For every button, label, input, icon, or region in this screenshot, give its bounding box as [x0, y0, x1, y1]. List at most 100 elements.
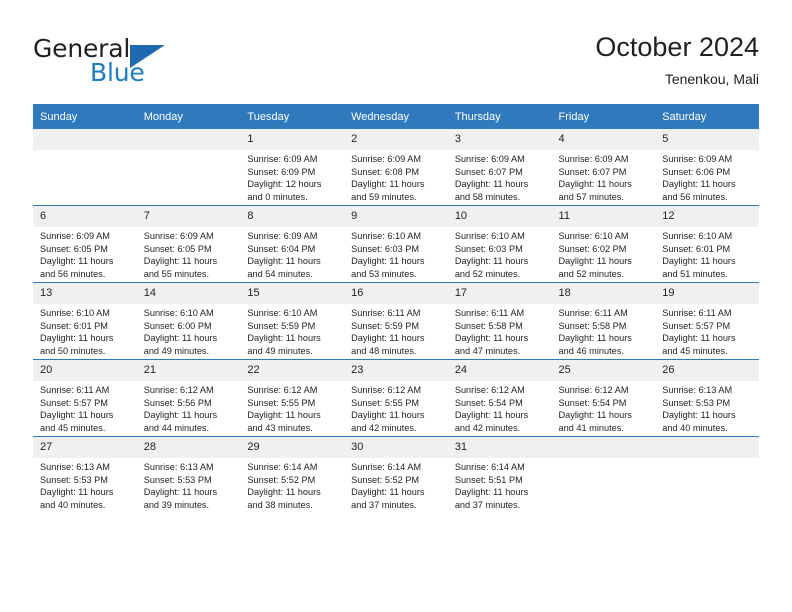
sunset-time: Sunset: 6:05 PM	[40, 243, 108, 254]
day-details: Sunrise: 6:12 AM Sunset: 5:55 PM Daylight:…	[344, 381, 448, 434]
calendar-day-cell[interactable]: 24 Sunrise: 6:12 AM Sunset: 5:54 PM Dayligh…	[447, 359, 552, 437]
day-number: 25	[551, 360, 656, 381]
calendar-week-row: 1 Sunrise: 6:09 AM Sunset: 6:09 PM Daylight…	[33, 129, 759, 206]
sunrise-time: Sunrise: 6:11 AM	[662, 308, 732, 318]
calendar-day-cell[interactable]: 28 Sunrise: 6:13 AM Sunset: 5:53 PM Dayligh…	[136, 436, 241, 513]
day-number: 10	[447, 206, 552, 227]
calendar-day-cell[interactable]: 4 Sunrise: 6:09 AM Sunset: 6:07 PM Daylight…	[551, 129, 656, 206]
daylight-duration-line2: and 37 minutes.	[351, 499, 417, 510]
calendar-day-cell[interactable]: 2 Sunrise: 6:09 AM Sunset: 6:08 PM Daylight…	[344, 129, 448, 206]
day-number: 7	[136, 206, 241, 227]
calendar-day-cell[interactable]: 14 Sunrise: 6:10 AM Sunset: 6:00 PM Dayligh…	[136, 282, 241, 360]
day-details: Sunrise: 6:10 AM Sunset: 6:03 PM Daylight:…	[448, 227, 552, 280]
calendar-day-cell[interactable]: 21 Sunrise: 6:12 AM Sunset: 5:56 PM Dayligh…	[136, 359, 241, 437]
day-details: Sunrise: 6:09 AM Sunset: 6:07 PM Daylight:…	[448, 150, 552, 203]
daylight-duration-line1: Daylight: 11 hours	[454, 256, 529, 267]
daylight-duration-line2: and 42 minutes.	[351, 422, 417, 433]
calendar-day-cell[interactable]: 23 Sunrise: 6:12 AM Sunset: 5:55 PM Dayligh…	[344, 359, 448, 437]
calendar-day-cell[interactable]: 12 Sunrise: 6:10 AM Sunset: 6:01 PM Dayligh…	[655, 205, 759, 283]
weekday-header-thursday: Thursday	[447, 104, 552, 129]
sunrise-time: Sunrise: 6:14 AM	[247, 462, 318, 472]
calendar-day-cell[interactable]: 3 Sunrise: 6:09 AM Sunset: 6:07 PM Daylight…	[447, 129, 552, 206]
day-number: 18	[551, 283, 656, 304]
sunrise-time: Sunrise: 6:09 AM	[40, 231, 110, 241]
sunrise-time: Sunrise: 6:14 AM	[454, 462, 525, 472]
calendar-day-cell-empty	[33, 129, 137, 206]
daylight-duration-line1: Daylight: 11 hours	[40, 256, 114, 267]
weekday-header-sunday: Sunday	[33, 104, 137, 129]
calendar-day-cell[interactable]: 8 Sunrise: 6:09 AM Sunset: 6:04 PM Daylight…	[240, 205, 345, 283]
sunrise-time: Sunrise: 6:09 AM	[558, 154, 629, 164]
day-details: Sunrise: 6:10 AM Sunset: 5:59 PM Daylight:…	[240, 304, 344, 357]
daylight-duration-line1: Daylight: 11 hours	[351, 333, 425, 344]
daylight-duration-line2: and 43 minutes.	[247, 422, 313, 433]
sunset-time: Sunset: 5:53 PM	[143, 474, 212, 485]
calendar-day-cell[interactable]: 25 Sunrise: 6:12 AM Sunset: 5:54 PM Dayligh…	[551, 359, 656, 437]
sunrise-time: Sunrise: 6:09 AM	[247, 231, 318, 241]
sunrise-sunset-calendar: Sunday Monday Tuesday Wednesday Thursday Frid…	[33, 104, 759, 513]
sunset-time: Sunset: 6:01 PM	[40, 320, 108, 331]
daylight-duration-line2: and 39 minutes.	[143, 499, 210, 510]
day-number: 9	[344, 206, 448, 227]
calendar-day-cell[interactable]: 9 Sunrise: 6:10 AM Sunset: 6:03 PM Daylight…	[344, 205, 448, 283]
logo-text-blue: Blue	[90, 58, 145, 87]
calendar-day-cell[interactable]: 29 Sunrise: 6:14 AM Sunset: 5:52 PM Dayligh…	[240, 436, 345, 513]
calendar-day-cell[interactable]: 1 Sunrise: 6:09 AM Sunset: 6:09 PM Daylight…	[240, 129, 345, 206]
calendar-day-cell[interactable]: 31 Sunrise: 6:14 AM Sunset: 5:51 PM Dayligh…	[447, 436, 552, 513]
calendar-day-cell[interactable]: 18 Sunrise: 6:11 AM Sunset: 5:58 PM Dayligh…	[551, 282, 656, 360]
calendar-day-cell[interactable]: 5 Sunrise: 6:09 AM Sunset: 6:06 PM Daylight…	[655, 129, 759, 206]
day-details: Sunrise: 6:09 AM Sunset: 6:04 PM Daylight:…	[240, 227, 344, 280]
day-number: 27	[33, 437, 137, 458]
calendar-day-cell[interactable]: 10 Sunrise: 6:10 AM Sunset: 6:03 PM Dayligh…	[447, 205, 552, 283]
sunset-time: Sunset: 5:55 PM	[247, 397, 316, 408]
day-details: Sunrise: 6:13 AM Sunset: 5:53 PM Daylight:…	[33, 458, 137, 511]
sunrise-time: Sunrise: 6:10 AM	[247, 308, 318, 318]
daylight-duration-line1: Daylight: 11 hours	[558, 179, 632, 190]
sunrise-time: Sunrise: 6:10 AM	[454, 231, 525, 241]
calendar-day-cell[interactable]: 20 Sunrise: 6:11 AM Sunset: 5:57 PM Dayligh…	[33, 359, 137, 437]
sunset-time: Sunset: 6:01 PM	[662, 243, 731, 254]
daylight-duration-line1: Daylight: 11 hours	[351, 179, 425, 190]
calendar-day-cell[interactable]: 6 Sunrise: 6:09 AM Sunset: 6:05 PM Daylight…	[33, 205, 137, 283]
day-number: 17	[447, 283, 552, 304]
daylight-duration-line1: Daylight: 11 hours	[143, 256, 218, 267]
daylight-duration-line1: Daylight: 11 hours	[40, 487, 114, 498]
weekday-header-row: Sunday Monday Tuesday Wednesday Thursday Frid…	[33, 104, 759, 129]
sunrise-time: Sunrise: 6:12 AM	[454, 385, 525, 395]
day-details: Sunrise: 6:09 AM Sunset: 6:07 PM Daylight:…	[552, 150, 656, 203]
day-number: 28	[136, 437, 241, 458]
calendar-week-row: 13 Sunrise: 6:10 AM Sunset: 6:01 PM Dayligh…	[33, 282, 759, 360]
sunset-time: Sunset: 5:59 PM	[351, 320, 420, 331]
calendar-day-cell[interactable]: 7 Sunrise: 6:09 AM Sunset: 6:05 PM Daylight…	[136, 205, 241, 283]
day-number: 11	[551, 206, 656, 227]
day-number: 19	[655, 283, 759, 304]
day-number: 24	[447, 360, 552, 381]
calendar-day-cell[interactable]: 26 Sunrise: 6:13 AM Sunset: 5:53 PM Dayligh…	[655, 359, 759, 437]
daylight-duration-line2: and 49 minutes.	[143, 345, 210, 356]
sunset-time: Sunset: 5:57 PM	[40, 397, 108, 408]
sunrise-time: Sunrise: 6:10 AM	[662, 231, 733, 241]
calendar-day-cell[interactable]: 19 Sunrise: 6:11 AM Sunset: 5:57 PM Dayligh…	[655, 282, 759, 360]
sunset-time: Sunset: 6:09 PM	[247, 166, 316, 177]
calendar-week-row: 27 Sunrise: 6:13 AM Sunset: 5:53 PM Dayligh…	[33, 436, 759, 513]
calendar-day-cell[interactable]: 13 Sunrise: 6:10 AM Sunset: 6:01 PM Dayligh…	[33, 282, 137, 360]
calendar-day-cell[interactable]: 15 Sunrise: 6:10 AM Sunset: 5:59 PM Dayligh…	[240, 282, 345, 360]
day-number: 8	[240, 206, 345, 227]
calendar-day-cell[interactable]: 17 Sunrise: 6:11 AM Sunset: 5:58 PM Dayligh…	[447, 282, 552, 360]
sunrise-time: Sunrise: 6:13 AM	[662, 385, 733, 395]
daylight-duration-line1: Daylight: 11 hours	[40, 410, 114, 421]
sunset-time: Sunset: 6:03 PM	[454, 243, 523, 254]
sunset-time: Sunset: 5:52 PM	[247, 474, 316, 485]
calendar-day-cell[interactable]: 30 Sunrise: 6:14 AM Sunset: 5:52 PM Dayligh…	[344, 436, 448, 513]
calendar-day-cell[interactable]: 27 Sunrise: 6:13 AM Sunset: 5:53 PM Dayligh…	[33, 436, 137, 513]
calendar-day-cell[interactable]: 11 Sunrise: 6:10 AM Sunset: 6:02 PM Dayligh…	[551, 205, 656, 283]
daylight-duration-line2: and 45 minutes.	[40, 422, 106, 433]
sunset-time: Sunset: 5:56 PM	[143, 397, 212, 408]
daylight-duration-line2: and 44 minutes.	[143, 422, 210, 433]
daylight-duration-line1: Daylight: 11 hours	[662, 256, 736, 267]
sunrise-time: Sunrise: 6:13 AM	[143, 462, 214, 472]
calendar-day-cell[interactable]: 22 Sunrise: 6:12 AM Sunset: 5:55 PM Dayligh…	[240, 359, 345, 437]
calendar-day-cell[interactable]: 16 Sunrise: 6:11 AM Sunset: 5:59 PM Dayligh…	[344, 282, 448, 360]
daylight-duration-line2: and 40 minutes.	[40, 499, 106, 510]
day-details: Sunrise: 6:13 AM Sunset: 5:53 PM Daylight:…	[655, 381, 759, 434]
